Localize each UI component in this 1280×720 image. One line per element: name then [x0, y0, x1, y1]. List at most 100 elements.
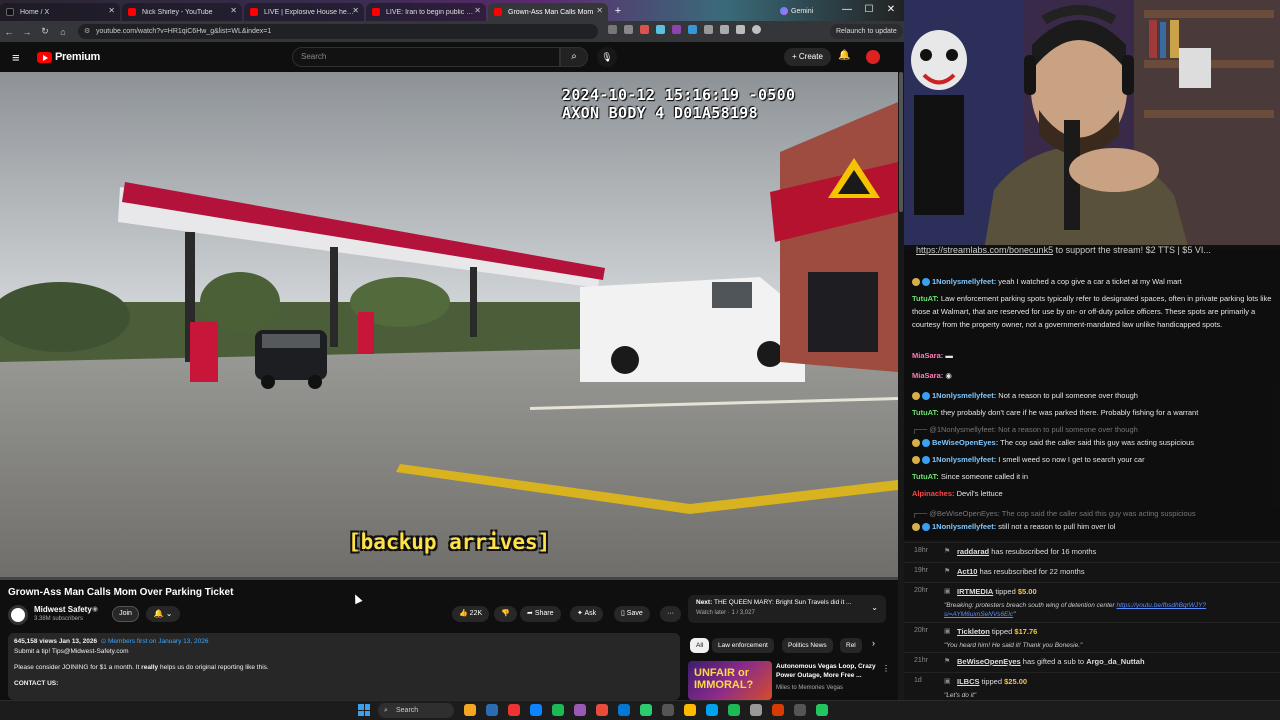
extension-icon[interactable]: [704, 25, 713, 34]
chat-username[interactable]: MiaSara:: [912, 371, 943, 380]
search-input[interactable]: Search: [292, 47, 560, 67]
chevron-right-icon[interactable]: ›: [872, 638, 875, 648]
gift-recipient[interactable]: Argo_da_Nuttah: [1086, 657, 1144, 666]
video-description[interactable]: 645,158 views Jan 13, 2026 ⊙ Members fir…: [8, 633, 680, 700]
close-icon[interactable]: ✕: [108, 6, 115, 15]
home-icon[interactable]: ⌂: [54, 27, 72, 37]
extension-icon[interactable]: [640, 25, 649, 34]
taskbar-search[interactable]: ⌕ Search: [378, 703, 454, 718]
new-tab-button[interactable]: +: [610, 3, 626, 19]
tab-house-hearing[interactable]: LIVE | Explosive House hearing ✕: [244, 3, 364, 21]
taskbar-app-icon[interactable]: [464, 704, 476, 716]
microphone-icon[interactable]: 🎙: [597, 47, 617, 67]
chat-username[interactable]: 1Nonlysmellyfeet:: [932, 391, 996, 400]
close-icon[interactable]: ✕: [352, 6, 359, 15]
profile-icon[interactable]: [752, 25, 761, 34]
recommendation-title[interactable]: Autonomous Vegas Loop, Crazy Power Outag…: [776, 662, 880, 680]
taskbar-app-icon[interactable]: [552, 704, 564, 716]
subscription-bell-button[interactable]: 🔔 ⌄: [146, 606, 180, 622]
extension-icon[interactable]: [688, 25, 697, 34]
youtube-logo[interactable]: Premium: [37, 51, 100, 63]
join-button[interactable]: Join: [112, 606, 139, 622]
site-info-icon[interactable]: ⚙: [84, 24, 90, 39]
dislike-button[interactable]: 👎: [494, 606, 517, 622]
taskbar-app-icon[interactable]: [662, 704, 674, 716]
windows-start-icon[interactable]: [358, 704, 370, 716]
taskbar-app-icon[interactable]: [574, 704, 586, 716]
taskbar-app-icon[interactable]: [794, 704, 806, 716]
chat-username[interactable]: MiaSara:: [912, 351, 943, 360]
url-field[interactable]: ⚙ youtube.com/watch?v=HR1qiC6Hw_g&list=WL…: [78, 24, 598, 39]
taskbar-app-icon[interactable]: [728, 704, 740, 716]
close-icon[interactable]: ✕: [596, 6, 603, 15]
extension-icon[interactable]: [672, 25, 681, 34]
event-username[interactable]: raddarad: [957, 547, 989, 556]
video-progress-bar[interactable]: [0, 577, 898, 580]
taskbar-app-icon[interactable]: [508, 704, 520, 716]
chip-all[interactable]: All: [690, 638, 710, 653]
search-icon[interactable]: ⌕: [560, 47, 588, 67]
tab-gemini[interactable]: Gemini: [780, 3, 840, 19]
back-icon[interactable]: ←: [0, 27, 18, 37]
tab-x[interactable]: Home / X ✕: [0, 3, 120, 21]
streamlabs-link[interactable]: https://streamlabs.com/bonecunk5: [916, 245, 1053, 255]
event-username[interactable]: IRTMEDIA: [957, 587, 993, 596]
taskbar-app-icon[interactable]: [816, 704, 828, 716]
taskbar-app-icon[interactable]: [706, 704, 718, 716]
hamburger-menu-icon[interactable]: ≡: [12, 50, 20, 65]
taskbar-app-icon[interactable]: [684, 704, 696, 716]
tab-grown-ass-man[interactable]: Grown-Ass Man Calls Mom ✕: [488, 3, 608, 21]
maximize-button[interactable]: ☐: [858, 2, 880, 18]
download-icon[interactable]: [736, 25, 745, 34]
like-button[interactable]: 👍 22K: [452, 606, 490, 622]
taskbar-app-icon[interactable]: [640, 704, 652, 716]
event-username[interactable]: Tickleton: [957, 627, 990, 636]
channel-name[interactable]: Midwest Safety: [34, 605, 92, 614]
chip-rel[interactable]: Rel: [840, 638, 862, 653]
taskbar-app-icon[interactable]: [596, 704, 608, 716]
close-icon[interactable]: ✕: [474, 6, 481, 15]
taskbar-app-icon[interactable]: [486, 704, 498, 716]
tab-nick-shirley[interactable]: Nick Shirley - YouTube ✕: [122, 3, 242, 21]
up-next-panel[interactable]: Next: THE QUEEN MARY: Bright Sun Travels…: [688, 595, 886, 623]
relaunch-button[interactable]: Relaunch to update: [830, 24, 903, 39]
save-button[interactable]: ▯ Save: [614, 606, 650, 622]
channel-avatar[interactable]: [8, 605, 28, 625]
cast-icon[interactable]: [608, 25, 617, 34]
create-button[interactable]: + Create: [784, 48, 831, 66]
tab-iran-live[interactable]: LIVE: Iran to begin public exec ✕: [366, 3, 486, 21]
close-icon[interactable]: ✕: [230, 6, 237, 15]
notifications-bell-icon[interactable]: 🔔: [838, 50, 850, 61]
minimize-button[interactable]: —: [836, 2, 858, 18]
chat-username[interactable]: 1Nonlysmellyfeet:: [932, 522, 996, 531]
reload-icon[interactable]: ↻: [36, 26, 54, 37]
extension-icon[interactable]: [720, 25, 729, 34]
video-player[interactable]: [0, 72, 898, 577]
more-actions-button[interactable]: ···: [660, 606, 681, 622]
avatar[interactable]: [866, 50, 880, 64]
taskbar-app-icon[interactable]: [530, 704, 542, 716]
event-username[interactable]: Act10: [957, 567, 977, 576]
close-window-button[interactable]: ✕: [880, 2, 902, 18]
chat-username[interactable]: BeWiseOpenEyes:: [932, 438, 998, 447]
star-icon[interactable]: [624, 25, 633, 34]
share-button[interactable]: ➦ Share: [520, 606, 561, 622]
taskbar-app-icon[interactable]: [772, 704, 784, 716]
chat-username[interactable]: TutuAT:: [912, 408, 939, 417]
recommendation-thumbnail[interactable]: UNFAIR or IMMORAL?: [688, 661, 772, 700]
extension-icon[interactable]: [656, 25, 665, 34]
chat-username[interactable]: TutuAT:: [912, 472, 939, 481]
ask-button[interactable]: ✦ Ask: [570, 606, 604, 622]
forward-icon[interactable]: →: [18, 27, 36, 37]
kebab-menu-icon[interactable]: ⋮: [882, 664, 890, 673]
chat-username[interactable]: 1Nonlysmellyfeet:: [932, 277, 996, 286]
chip-law-enforcement[interactable]: Law enforcement: [712, 638, 774, 653]
chat-username[interactable]: TutuAT:: [912, 294, 939, 303]
event-username[interactable]: ILBCS: [957, 677, 980, 686]
taskbar-app-icon[interactable]: [750, 704, 762, 716]
scrollbar-thumb[interactable]: [899, 72, 903, 212]
chevron-down-icon[interactable]: ⌄: [871, 603, 878, 612]
chip-politics-news[interactable]: Politics News: [782, 638, 833, 653]
chat-username[interactable]: Alpinaches:: [912, 489, 955, 498]
event-username[interactable]: BeWiseOpenEyes: [957, 657, 1021, 666]
